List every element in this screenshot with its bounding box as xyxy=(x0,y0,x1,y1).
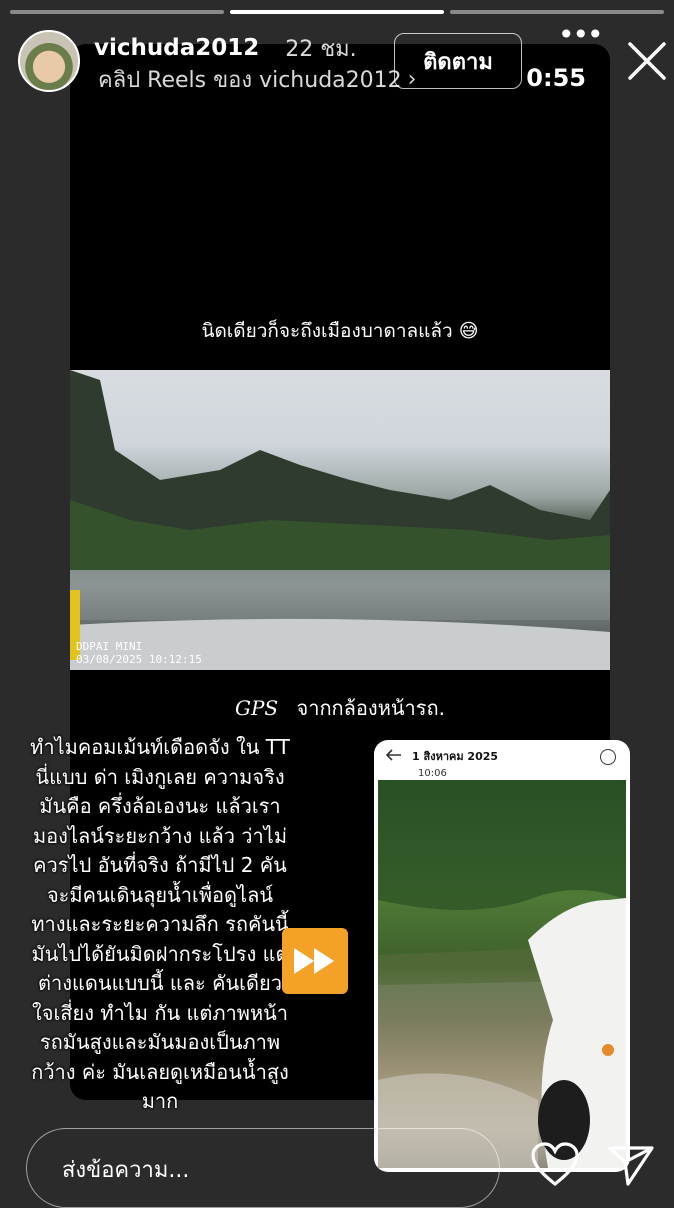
phone-screenshot: 1 สิงหาคม 2025 10:06 xyxy=(374,740,630,1172)
follow-button[interactable]: ติดตาม xyxy=(394,33,522,89)
send-icon[interactable] xyxy=(606,1140,656,1190)
back-arrow-icon xyxy=(385,748,402,764)
progress-segment xyxy=(450,10,664,14)
heart-icon[interactable] xyxy=(530,1142,580,1188)
progress-segment xyxy=(230,10,444,14)
dashcam-scene xyxy=(70,370,610,670)
dashcam-timestamp: 03/08/2025 10:12:15 xyxy=(76,653,202,666)
close-icon[interactable] xyxy=(626,40,668,82)
phone-screenshot-header: 1 สิงหาคม 2025 xyxy=(374,740,630,772)
gps-caption: GPS จากกล้องหน้ารถ. xyxy=(70,692,610,724)
reel-duration: 0:55 xyxy=(526,64,586,92)
fast-forward-icon xyxy=(282,928,348,994)
reel-caption: นิดเดียวก็จะถึงเมืองบาดาลแล้ว 😅 xyxy=(201,320,479,342)
progress-segment xyxy=(10,10,224,14)
dashcam-video-frame: DDPAI MINI 03/08/2025 10:12:15 xyxy=(70,370,610,670)
phone-screenshot-time: 10:06 xyxy=(418,768,447,779)
message-bar: ส่งข้อความ... xyxy=(26,1128,500,1208)
gps-caption-text: จากกล้องหน้ารถ. xyxy=(296,696,446,720)
record-icon xyxy=(600,749,616,765)
dashcam-brand: DDPAI MINI xyxy=(76,640,143,653)
avatar[interactable] xyxy=(18,30,80,92)
story-header: vichuda2012 22 ชม. xyxy=(18,30,357,92)
more-icon[interactable]: ••• xyxy=(558,18,604,51)
dashcam-stamp: DDPAI MINI 03/08/2025 10:12:15 xyxy=(76,640,202,666)
story-comment-text: ทำไมคอมเม้นท์เดือดจัง ใน TT นี่แบบ ด่า เ… xyxy=(30,735,290,1113)
river-crossing-photo xyxy=(378,780,626,1168)
message-placeholder: ส่งข้อความ... xyxy=(62,1158,190,1183)
phone-screenshot-date: 1 สิงหาคม 2025 xyxy=(412,750,499,763)
post-time: 22 ชม. xyxy=(285,36,357,62)
story-progress xyxy=(10,10,664,14)
username[interactable]: vichuda2012 xyxy=(94,35,259,61)
gps-label: GPS xyxy=(235,696,279,720)
